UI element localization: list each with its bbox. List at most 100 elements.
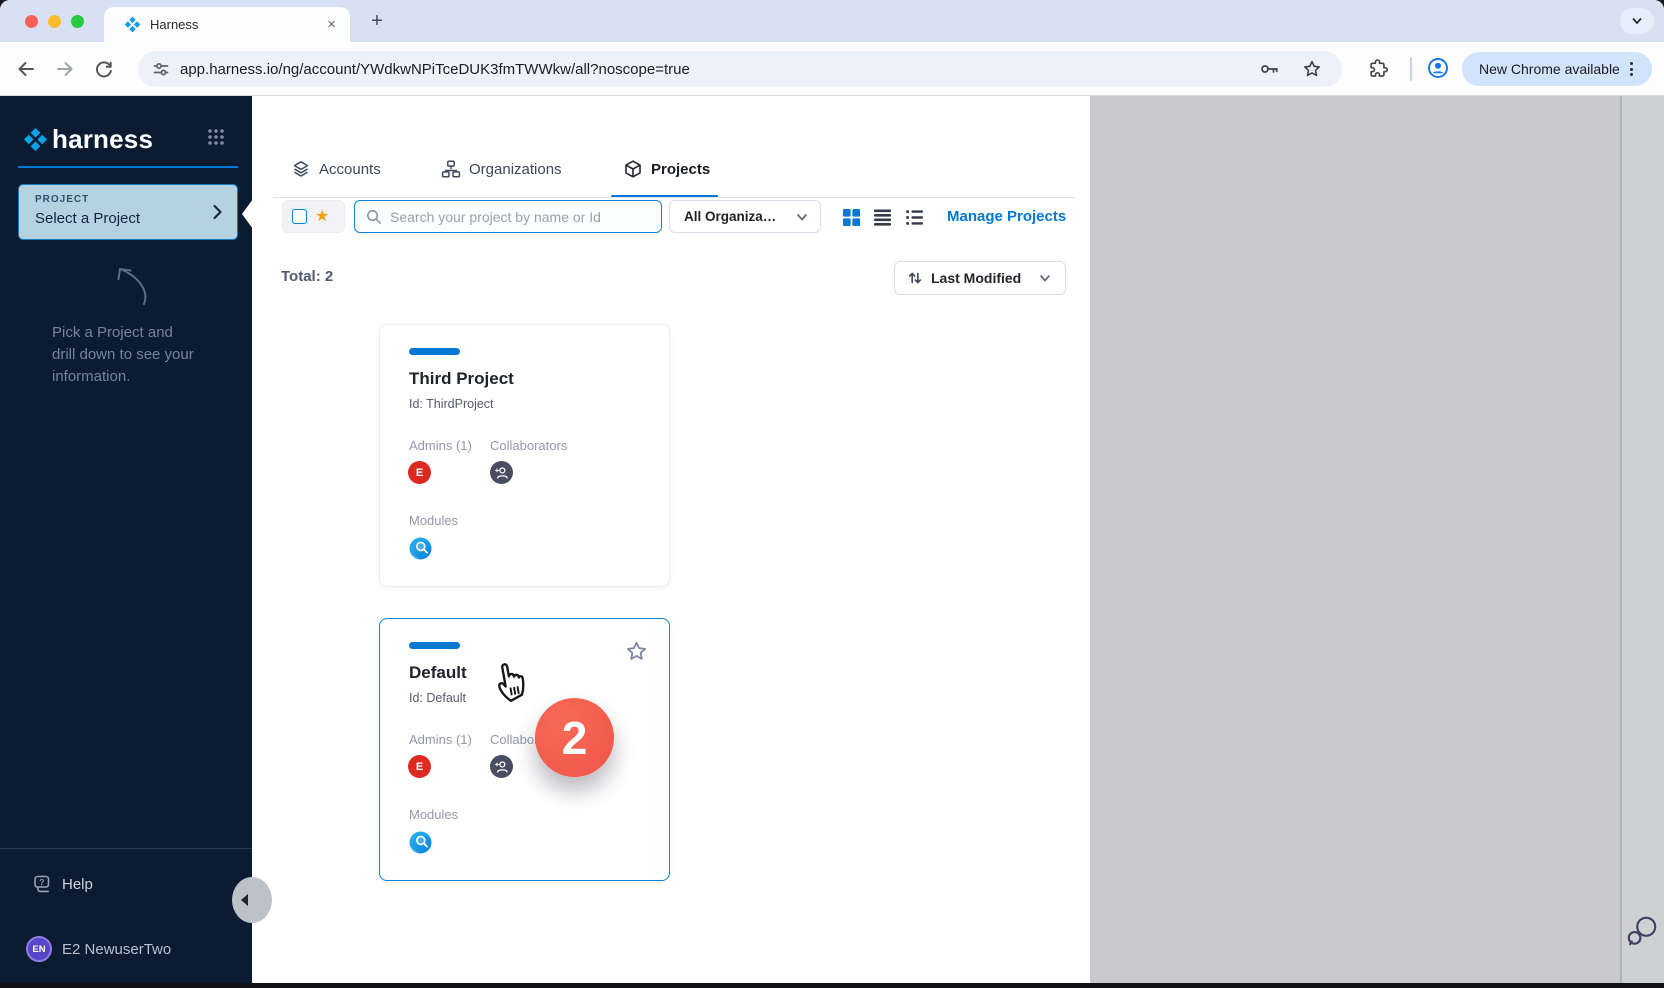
task-list-view-icon[interactable] xyxy=(905,208,924,227)
tutorial-step-badge: 2 xyxy=(535,698,614,777)
tab-organizations-label: Organizations xyxy=(469,161,562,178)
chevron-down-icon xyxy=(1630,14,1644,28)
harness-logo-icon xyxy=(23,127,48,152)
help-chat-icon: ? xyxy=(32,874,53,895)
favorites-filter: ★ xyxy=(282,200,345,233)
modules-label: Modules xyxy=(409,513,458,528)
close-window-button[interactable] xyxy=(25,15,38,28)
search-input[interactable] xyxy=(390,209,645,225)
harness-favicon xyxy=(124,16,141,33)
project-id: Id: ThirdProject xyxy=(409,397,494,411)
password-key-icon[interactable] xyxy=(1258,57,1282,81)
sidebar-footer-divider xyxy=(0,848,252,849)
person-add-icon xyxy=(493,758,510,775)
site-settings-icon[interactable] xyxy=(151,59,171,79)
hand-cursor-icon xyxy=(486,651,538,708)
toolbar-divider xyxy=(1410,57,1412,81)
project-color-bar xyxy=(409,348,460,355)
favorite-star-icon[interactable] xyxy=(624,639,649,664)
minimize-window-button[interactable] xyxy=(48,15,61,28)
sort-value: Last Modified xyxy=(931,270,1037,286)
admins-label: Admins (1) xyxy=(409,438,472,453)
manage-projects-link[interactable]: Manage Projects xyxy=(947,208,1066,225)
project-name: Third Project xyxy=(409,369,514,389)
tabs-divider xyxy=(273,197,1075,198)
organization-dropdown[interactable]: All Organiza… xyxy=(669,200,821,233)
new-chrome-label: New Chrome available xyxy=(1479,61,1620,77)
sidebar-collapse-handle[interactable] xyxy=(232,877,272,923)
tab-search-button[interactable] xyxy=(1620,8,1654,34)
collaborator-avatar xyxy=(490,461,513,484)
search-icon xyxy=(365,208,382,225)
svg-text:?: ? xyxy=(39,877,44,887)
org-chart-icon xyxy=(441,159,461,179)
browser-window: Harness × + app.harness.io/ng/account/YW… xyxy=(0,0,1664,988)
tab-close-icon[interactable]: × xyxy=(327,16,336,33)
chrome-menu-icon[interactable] xyxy=(1630,62,1633,76)
select-project-button[interactable]: PROJECT Select a Project xyxy=(18,184,238,240)
select-project-label: Select a Project xyxy=(35,210,140,227)
window-bottom-edge xyxy=(0,983,1664,988)
user-name: E2 NewuserTwo xyxy=(62,941,171,958)
total-count: Total: 2 xyxy=(281,268,333,285)
tab-projects-label: Projects xyxy=(651,161,710,178)
tab-strip: Harness × + xyxy=(0,0,1664,42)
new-chrome-available-button[interactable]: New Chrome available xyxy=(1462,52,1652,86)
harness-logo: harness xyxy=(23,124,153,155)
grid-view-icon[interactable] xyxy=(842,208,861,227)
admin-avatar: E xyxy=(408,755,431,778)
browser-toolbar: app.harness.io/ng/account/YWdkwNPiTceDUK… xyxy=(0,42,1664,96)
apps-grid-icon[interactable] xyxy=(206,127,226,147)
project-eyebrow: PROJECT xyxy=(35,194,89,205)
tab-projects[interactable]: Projects xyxy=(623,159,710,179)
organization-dropdown-value: All Organiza… xyxy=(684,209,794,224)
admin-avatar: E xyxy=(408,461,431,484)
collaborators-label: Collaborators xyxy=(490,438,567,453)
url-text: app.harness.io/ng/account/YWdkwNPiTceDUK… xyxy=(180,61,1258,78)
list-view-icon[interactable] xyxy=(873,208,892,227)
sort-dropdown[interactable]: Last Modified xyxy=(894,261,1066,295)
project-card-third-project[interactable]: Third Project Id: ThirdProject Admins (1… xyxy=(379,324,670,587)
tab-accounts-label: Accounts xyxy=(319,161,381,178)
project-id: Id: Default xyxy=(409,691,466,705)
doodle-arrow-icon xyxy=(108,261,154,309)
page-grey-region xyxy=(1090,96,1620,983)
reload-icon[interactable] xyxy=(92,57,116,81)
address-bar[interactable]: app.harness.io/ng/account/YWdkwNPiTceDUK… xyxy=(138,51,1342,87)
fullscreen-window-button[interactable] xyxy=(71,15,84,28)
chevron-down-icon xyxy=(794,209,810,225)
module-chaos-icon xyxy=(409,831,432,854)
user-avatar: EN xyxy=(26,936,52,962)
sort-arrows-icon xyxy=(907,270,923,286)
favorites-checkbox[interactable] xyxy=(292,209,307,224)
main-content: Accounts Organizations Projects xyxy=(252,96,1090,983)
help-label: Help xyxy=(62,876,93,893)
browser-tab[interactable]: Harness × xyxy=(104,7,350,42)
cube-icon xyxy=(623,159,643,179)
profile-icon[interactable] xyxy=(1426,56,1450,80)
tab-organizations[interactable]: Organizations xyxy=(441,159,562,179)
scrollbar-region[interactable] xyxy=(1620,96,1664,983)
tab-accounts[interactable]: Accounts xyxy=(291,159,381,179)
chat-bubbles-icon[interactable] xyxy=(1624,913,1660,949)
module-chaos-icon xyxy=(409,537,432,560)
favorites-star-icon[interactable]: ★ xyxy=(315,209,329,225)
person-add-icon xyxy=(493,464,510,481)
modules-label: Modules xyxy=(409,807,458,822)
collaborator-avatar xyxy=(490,755,513,778)
forward-icon[interactable] xyxy=(53,57,77,81)
project-name: Default xyxy=(409,663,467,683)
help-button[interactable]: ? Help xyxy=(32,874,93,895)
extensions-icon[interactable] xyxy=(1366,57,1390,81)
bookmark-star-icon[interactable] xyxy=(1300,57,1324,81)
chevron-down-icon xyxy=(1037,270,1053,286)
tab-title: Harness xyxy=(150,17,327,32)
layers-icon xyxy=(291,159,311,179)
back-icon[interactable] xyxy=(14,57,38,81)
chevron-right-icon xyxy=(207,202,227,222)
sidebar: harness PROJECT Select a Project Pick a … xyxy=(0,96,252,983)
collapse-left-icon xyxy=(241,894,248,906)
admins-label: Admins (1) xyxy=(409,732,472,747)
new-tab-button[interactable]: + xyxy=(364,9,390,35)
user-menu[interactable]: EN E2 NewuserTwo xyxy=(26,936,171,962)
